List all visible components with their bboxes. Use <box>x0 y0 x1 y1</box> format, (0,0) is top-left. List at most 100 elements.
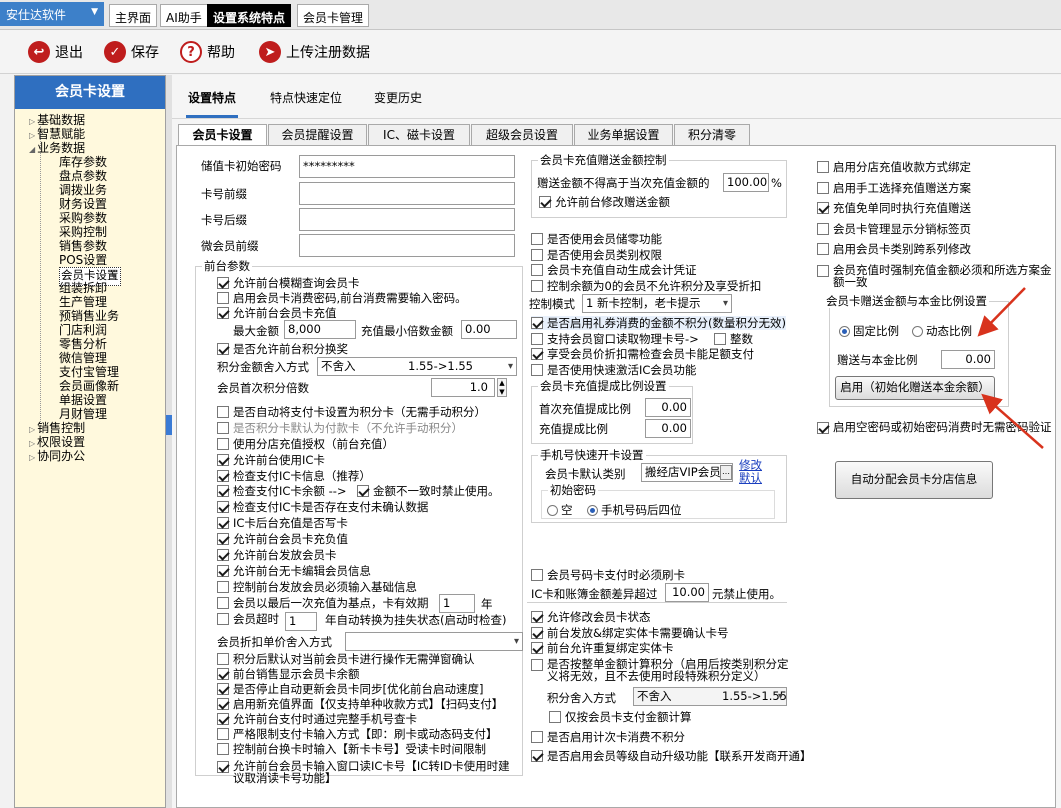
left-option-b-3[interactable]: 允许前台发放会员卡 <box>217 548 337 562</box>
tree-node-label: 业务数据 <box>37 141 86 155</box>
mid-option-d-2[interactable]: 前台允许重复绑定实体卡 <box>531 641 674 655</box>
checkbox-label: 充值免单同时执行充值赠送 <box>833 201 971 215</box>
sidebar-item-14[interactable]: 微信管理 <box>59 351 107 365</box>
left-option-c-2[interactable]: 是否停止自动更新会员卡同步[优化前台启动速度] <box>217 682 483 696</box>
right-option-1[interactable]: 启用手工选择充值赠送方案 <box>817 181 971 195</box>
sidebar-item-10[interactable]: 生产管理 <box>59 295 107 309</box>
sidebar-item-12[interactable]: 门店利润 <box>59 323 107 337</box>
checkbox-box <box>531 233 543 245</box>
left-option-c-4[interactable]: 允许前台支付时通过完整手机号查卡 <box>217 712 417 726</box>
sidebar-item-17[interactable]: 单据设置 <box>59 393 107 407</box>
question-icon: ? <box>180 41 202 63</box>
tree-node-collaboration[interactable]: ▷ 协同办公 <box>29 449 85 465</box>
sidebar-item-1[interactable]: 盘点参数 <box>59 169 107 183</box>
checkbox-label: 启用新充值界面【仅支持单种收款方式】【扫码支付】 <box>233 697 504 711</box>
subtab-settings[interactable]: 设置特点 <box>186 89 239 118</box>
left-option-b-1[interactable]: IC卡后台充值是否写卡 <box>217 516 348 530</box>
mid-option-d-0[interactable]: 允许修改会员卡状态 <box>531 610 651 624</box>
save-button[interactable]: ✓ 保存 <box>104 40 159 64</box>
exit-label: 退出 <box>55 45 83 61</box>
checkbox-box <box>531 348 543 360</box>
checkbox-box <box>217 549 229 561</box>
app-menu-button[interactable]: 安仕达软件 ▼ <box>0 2 104 26</box>
tab-member-card-management[interactable]: 会员卡管理 <box>297 4 370 27</box>
left-option-c-6[interactable]: 控制前台换卡时输入【新卡卡号】受读卡时间限制 <box>217 742 486 756</box>
right-option-0[interactable]: 启用分店充值收款方式绑定 <box>817 160 971 174</box>
mid-option-a-3[interactable]: 控制余额为0的会员不允许积分及享受折扣 <box>531 279 761 293</box>
checkbox-box <box>217 533 229 545</box>
sidebar-item-15[interactable]: 支付宝管理 <box>59 365 119 379</box>
checkbox-box <box>531 317 543 329</box>
left-option-a-0[interactable]: 是否自动将支付卡设置为积分卡（无需手动积分） <box>217 405 486 419</box>
mid-option-a-2[interactable]: 会员卡充值自动生成会计凭证 <box>531 263 697 277</box>
tab-super-member[interactable]: 超级会员设置 <box>471 124 573 146</box>
left-option-c-5[interactable]: 严格限制支付卡输入方式【即：刷卡或动态码支付】 <box>217 727 498 741</box>
sidebar-item-3[interactable]: 财务设置 <box>59 197 107 211</box>
left-option-b-0[interactable]: 检查支付IC卡是否存在支付未确认数据 <box>217 500 428 514</box>
checkbox-label: 前台发放&绑定实体卡需要确认卡号 <box>547 625 729 640</box>
tree-node-label: 智慧赋能 <box>37 127 86 141</box>
right-option-4[interactable]: 启用会员卡类别跨系列修改 <box>817 242 971 256</box>
mid-option-d-1[interactable]: 前台发放&绑定实体卡需要确认卡号 <box>531 626 728 640</box>
tab-ai-assistant[interactable]: AI助手 <box>160 4 208 27</box>
sidebar-item-13[interactable]: 零售分析 <box>59 337 107 351</box>
left-option-c-0[interactable]: 积分后默认对当前会员卡进行操作无需弹窗确认 <box>217 652 475 666</box>
mid-option-c-0[interactable]: 享受会员价折扣需检查会员卡能足额支付 <box>531 347 754 361</box>
checkbox-label: 是否自动将支付卡设置为积分卡（无需手动积分） <box>233 405 486 419</box>
left-option-b-5[interactable]: 控制前台发放会员必须输入基础信息 <box>217 580 417 594</box>
checkbox-box <box>817 161 829 173</box>
checkbox-box <box>531 626 543 639</box>
mid-option-c-1[interactable]: 是否使用快速激活IC会员功能 <box>531 363 696 377</box>
tab-system-settings[interactable]: 设置系统特点 <box>207 4 292 27</box>
tab-ic-card[interactable]: IC、磁卡设置 <box>368 124 470 146</box>
mid-option-a-0[interactable]: 是否使用会员储零功能 <box>531 232 662 246</box>
sidebar-item-2[interactable]: 调拨业务 <box>59 183 107 197</box>
tab-member-card-settings[interactable]: 会员卡设置 <box>178 124 267 147</box>
sidebar-item-0[interactable]: 库存参数 <box>59 155 107 169</box>
checkbox-label: IC卡后台充值是否写卡 <box>233 516 348 530</box>
checkbox-label: 允许前台无卡编辑会员信息 <box>233 564 371 578</box>
expand-icon: ▷ <box>29 439 36 448</box>
exit-button[interactable]: ↩ 退出 <box>28 40 83 64</box>
checkbox-box <box>217 653 229 665</box>
expand-icon: ▷ <box>29 131 36 140</box>
checkbox-box <box>817 222 829 235</box>
sidebar-item-7[interactable]: POS设置 <box>59 253 107 267</box>
left-option-a-1[interactable]: 是否积分卡默认为付款卡（不允许手动积分） <box>217 421 463 435</box>
right-option-3[interactable]: 会员卡管理显示分销标签页 <box>817 222 971 236</box>
sidebar-item-16[interactable]: 会员画像新 <box>59 379 119 393</box>
checkbox-box <box>217 501 229 513</box>
left-option-a-4[interactable]: 检查支付IC卡信息（推荐） <box>217 469 371 483</box>
sidebar-item-11[interactable]: 预销售业务 <box>59 309 119 323</box>
sidebar-item-6[interactable]: 销售参数 <box>59 239 107 253</box>
send-icon: ➤ <box>259 41 281 63</box>
subtab-quick-locate[interactable]: 特点快速定位 <box>268 89 344 106</box>
checkbox-box <box>531 264 543 276</box>
checkbox-label: 是否积分卡默认为付款卡（不允许手动积分） <box>233 421 463 435</box>
tab-points-reset[interactable]: 积分清零 <box>674 124 750 146</box>
tab-member-reminder[interactable]: 会员提醒设置 <box>268 124 367 146</box>
left-option-b-4[interactable]: 允许前台无卡编辑会员信息 <box>217 564 371 578</box>
upload-registration-button[interactable]: ➤ 上传注册数据 <box>259 40 370 64</box>
exit-icon: ↩ <box>28 41 50 63</box>
checkbox-label: 使用分店充值授权（前台充值） <box>233 437 394 451</box>
tab-business-documents[interactable]: 业务单据设置 <box>574 124 673 146</box>
right-option-2[interactable]: 充值免单同时执行充值赠送 <box>817 201 971 215</box>
checkbox-label: 是否使用会员类别权限 <box>547 247 662 262</box>
expand-icon: ▷ <box>29 117 36 126</box>
sidebar-item-18[interactable]: 月财管理 <box>59 407 107 421</box>
sidebar-item-5[interactable]: 采购控制 <box>59 225 107 239</box>
left-option-a-2[interactable]: 使用分店充值授权（前台充值） <box>217 437 394 451</box>
tab-main[interactable]: 主界面 <box>109 4 158 27</box>
left-option-a-3[interactable]: 允许前台使用IC卡 <box>217 453 325 467</box>
sidebar-item-9[interactable]: 组装拆卸 <box>59 281 107 295</box>
mid-option-b-0[interactable]: 是否启用礼券消费的金额不积分(数量积分无效) <box>531 316 786 330</box>
left-option-c-1[interactable]: 前台销售显示会员卡余额 <box>217 667 360 681</box>
help-button[interactable]: ? 帮助 <box>180 40 235 64</box>
subtab-change-history[interactable]: 变更历史 <box>372 89 424 106</box>
left-option-c-3[interactable]: 启用新充值界面【仅支持单种收款方式】【扫码支付】 <box>217 697 503 711</box>
left-option-b-2[interactable]: 允许前台会员卡充负值 <box>217 532 348 546</box>
mid-option-a-1[interactable]: 是否使用会员类别权限 <box>531 248 662 262</box>
sidebar-item-4[interactable]: 采购参数 <box>59 211 107 225</box>
mid-option-b-1[interactable]: 支持会员窗口读取物理卡号-> <box>531 332 699 346</box>
